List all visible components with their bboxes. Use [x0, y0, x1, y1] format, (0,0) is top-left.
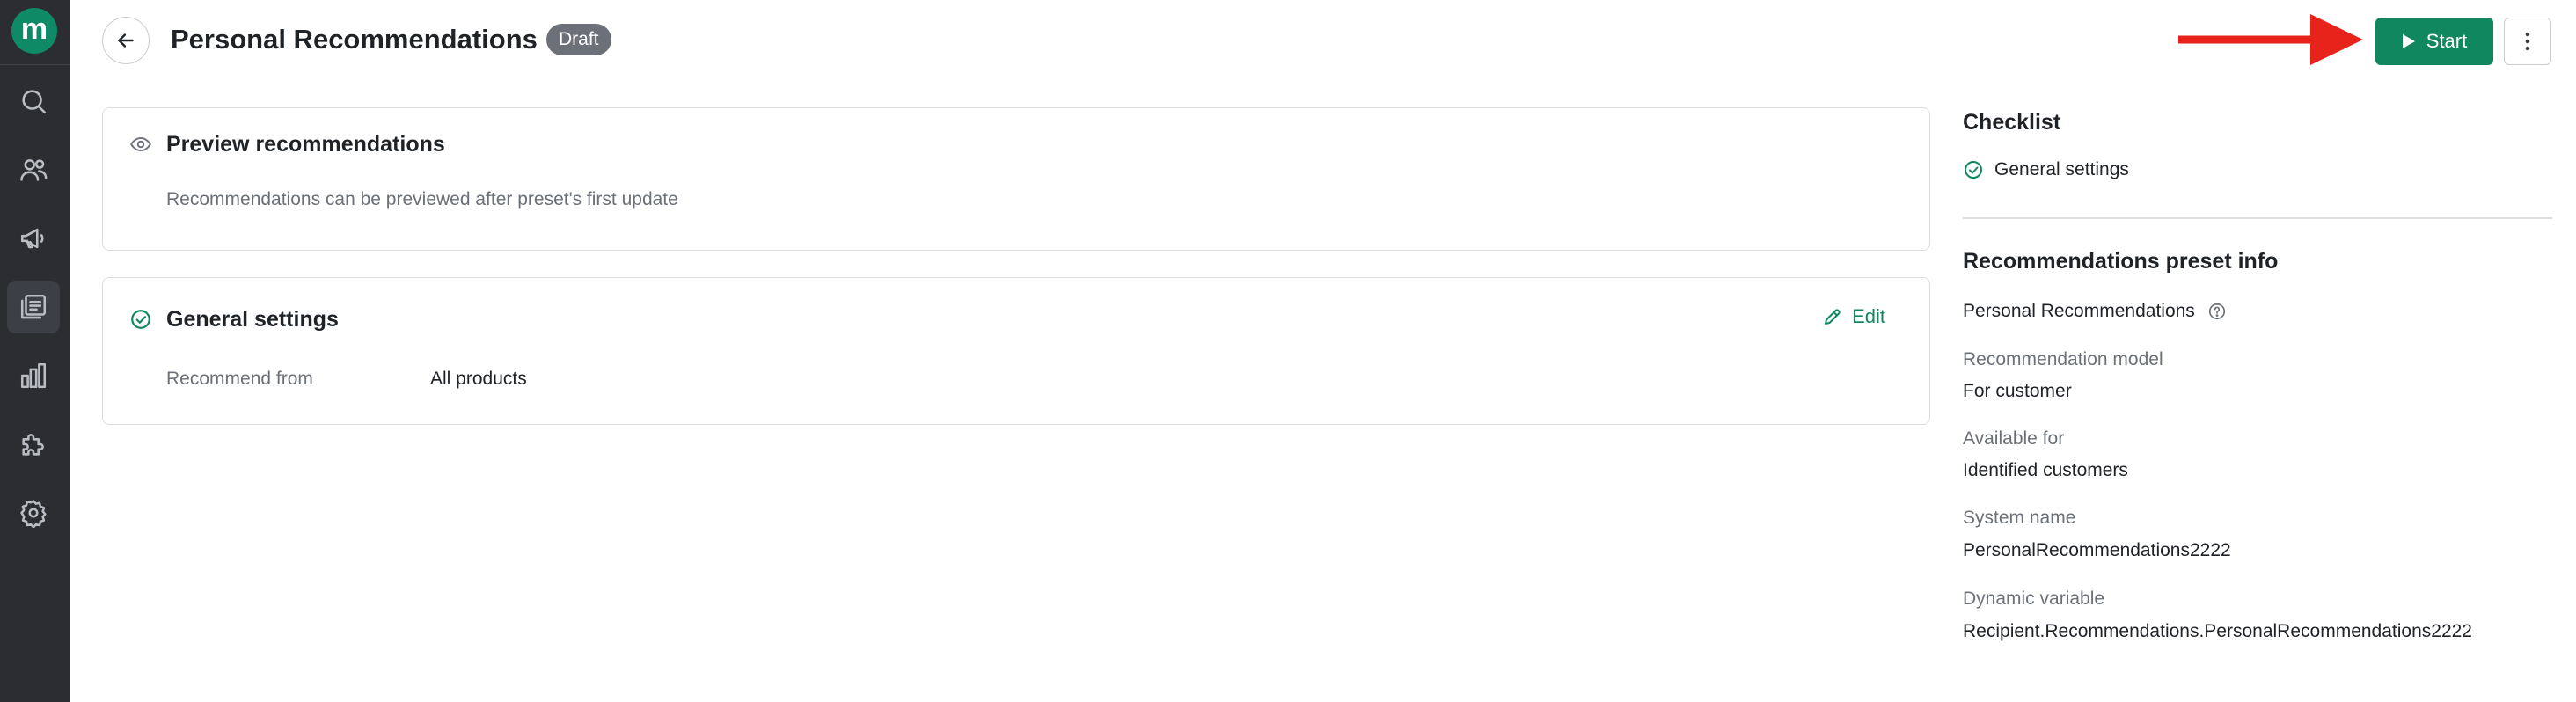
recommend-from-value: All products: [430, 369, 527, 389]
preset-name-value: Personal Recommendations: [1963, 301, 2195, 321]
check-circle-icon: [1965, 161, 1982, 179]
checklist-item: General settings: [1963, 159, 2129, 180]
users-icon: [20, 159, 48, 181]
gear-icon: [20, 500, 47, 528]
recommendations-icon: [20, 294, 47, 319]
preset-name: Personal Recommendations: [1963, 299, 2227, 324]
general-settings-card: General settings Edit Recommend from All…: [102, 277, 1930, 425]
sidebar-item-settings[interactable]: [7, 486, 60, 539]
analytics-icon: [20, 362, 47, 389]
pencil-icon: [1825, 309, 1841, 325]
status-badge: Draft: [546, 24, 611, 55]
more-options-button[interactable]: [2504, 18, 2551, 65]
sidebar-item-analytics[interactable]: [7, 349, 60, 402]
edit-label: Edit: [1852, 305, 1885, 327]
back-button[interactable]: [102, 17, 150, 64]
preview-card-title: Preview recommendations: [166, 132, 445, 157]
available-for-value: Identified customers: [1963, 460, 2128, 480]
panel-divider: [1963, 217, 2552, 219]
start-button-label: Start: [2426, 30, 2468, 52]
eye-icon: [129, 133, 152, 156]
dynamic-variable-value: Recipient.Recommendations.PersonalRecomm…: [1963, 621, 2472, 641]
sidebar-item-search[interactable]: [7, 75, 60, 128]
system-name-label: System name: [1963, 508, 2076, 528]
more-vertical-icon: [2525, 32, 2530, 51]
preset-info-heading: Recommendations preset info: [1963, 249, 2279, 274]
sidebar-item-recommendations[interactable]: [7, 281, 60, 333]
edit-general-settings-button[interactable]: Edit: [1822, 305, 1885, 328]
sidebar-item-customers[interactable]: [7, 143, 60, 196]
sidebar: m: [0, 0, 70, 702]
app-logo[interactable]: m: [11, 8, 57, 54]
sidebar-item-campaigns[interactable]: [7, 212, 60, 265]
check-circle-icon: [129, 308, 152, 331]
checklist-item-label: General settings: [1994, 159, 2129, 179]
start-button[interactable]: Start: [2375, 18, 2493, 65]
megaphone-icon: [20, 228, 44, 249]
red-arrow-annotation: [2178, 14, 2363, 65]
puzzle-icon: [22, 434, 44, 456]
checklist-heading: Checklist: [1963, 110, 2061, 135]
help-icon[interactable]: [2207, 302, 2227, 321]
system-name-value: PersonalRecommendations2222: [1963, 540, 2231, 560]
sidebar-divider: [0, 64, 70, 65]
available-for-label: Available for: [1963, 428, 2065, 449]
search-icon: [22, 90, 47, 114]
page-title: Personal Recommendations: [171, 24, 538, 55]
sidebar-item-integrations[interactable]: [7, 418, 60, 471]
preview-recommendations-card: Preview recommendations Recommendations …: [102, 107, 1930, 251]
general-settings-title: General settings: [166, 307, 339, 332]
dynamic-variable-label: Dynamic variable: [1963, 589, 2105, 609]
preview-card-description: Recommendations can be previewed after p…: [166, 189, 678, 209]
recommendation-model-value: For customer: [1963, 381, 2072, 401]
recommendation-model-label: Recommendation model: [1963, 349, 2163, 369]
play-icon: [2402, 34, 2415, 48]
recommend-from-label: Recommend from: [166, 369, 313, 389]
arrow-left-icon: [118, 33, 134, 48]
